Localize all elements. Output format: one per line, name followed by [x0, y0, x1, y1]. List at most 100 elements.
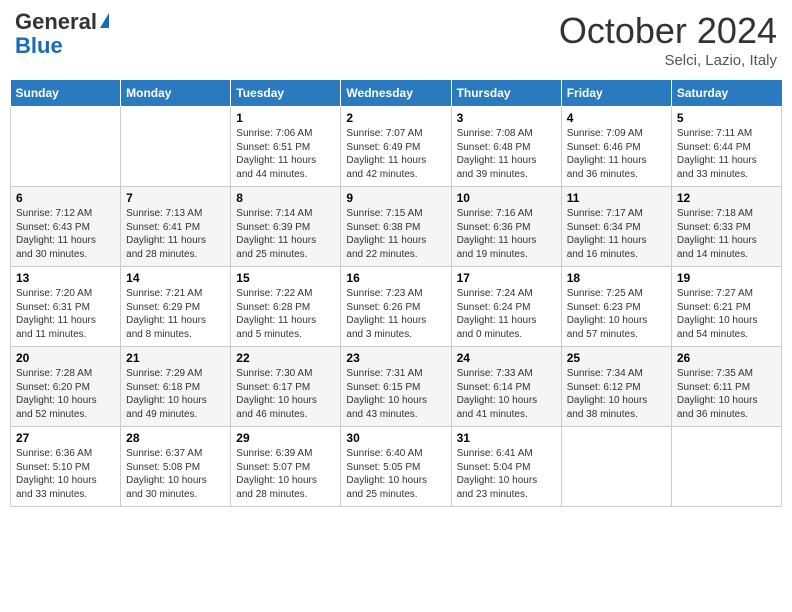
day-info: Sunrise: 6:41 AMSunset: 5:04 PMDaylight:…: [457, 447, 556, 501]
day-header-saturday: Saturday: [671, 80, 781, 107]
day-info: Sunrise: 7:07 AMSunset: 6:49 PMDaylight:…: [346, 127, 445, 181]
day-number: 2: [346, 111, 445, 125]
day-info: Sunrise: 7:23 AMSunset: 6:26 PMDaylight:…: [346, 287, 445, 341]
day-header-sunday: Sunday: [11, 80, 121, 107]
calendar-cell: 6 Sunrise: 7:12 AMSunset: 6:43 PMDaylight…: [11, 187, 121, 267]
calendar-cell: 5 Sunrise: 7:11 AMSunset: 6:44 PMDaylight…: [671, 107, 781, 187]
day-info: Sunrise: 7:25 AMSunset: 6:23 PMDaylight:…: [567, 287, 666, 341]
day-info: Sunrise: 7:35 AMSunset: 6:11 PMDaylight:…: [677, 367, 776, 421]
calendar-cell: 11Sunrise: 7:17 AMSunset: 6:34 PMDayligh…: [561, 187, 671, 267]
day-info: Sunrise: 7:13 AMSunset: 6:41 PMDaylight:…: [126, 207, 225, 261]
calendar-cell: [671, 427, 781, 507]
calendar-cell: 29 Sunrise: 6:39 AMSunset: 5:07 PMDayligh…: [231, 427, 341, 507]
day-number: 28: [126, 431, 225, 445]
day-number: 31: [457, 431, 556, 445]
day-number: 7: [126, 191, 225, 205]
day-info: Sunrise: 6:39 AMSunset: 5:07 PMDaylight:…: [236, 447, 335, 501]
calendar-cell: 18 Sunrise: 7:25 AMSunset: 6:23 PMDayligh…: [561, 267, 671, 347]
day-info: Sunrise: 7:28 AMSunset: 6:20 PMDaylight:…: [16, 367, 115, 421]
page-header: General Blue October 2024 Selci, Lazio, …: [10, 10, 782, 69]
day-number: 25: [567, 351, 666, 365]
day-info: Sunrise: 7:22 AMSunset: 6:28 PMDaylight:…: [236, 287, 335, 341]
day-info: Sunrise: 6:37 AMSunset: 5:08 PMDaylight:…: [126, 447, 225, 501]
calendar-cell: 28 Sunrise: 6:37 AMSunset: 5:08 PMDayligh…: [121, 427, 231, 507]
title-block: October 2024 Selci, Lazio, Italy: [559, 10, 777, 69]
day-number: 27: [16, 431, 115, 445]
day-info: Sunrise: 7:24 AMSunset: 6:24 PMDaylight:…: [457, 287, 556, 341]
month-title: October 2024: [559, 10, 777, 52]
day-info: Sunrise: 6:40 AMSunset: 5:05 PMDaylight:…: [346, 447, 445, 501]
day-number: 20: [16, 351, 115, 365]
day-info: Sunrise: 7:12 AMSunset: 6:43 PMDaylight:…: [16, 207, 115, 261]
calendar-cell: 12 Sunrise: 7:18 AMSunset: 6:33 PMDayligh…: [671, 187, 781, 267]
day-info: Sunrise: 7:30 AMSunset: 6:17 PMDaylight:…: [236, 367, 335, 421]
calendar-cell: 26 Sunrise: 7:35 AMSunset: 6:11 PMDayligh…: [671, 347, 781, 427]
calendar-cell: 4Sunrise: 7:09 AMSunset: 6:46 PMDaylight…: [561, 107, 671, 187]
day-info: Sunrise: 7:27 AMSunset: 6:21 PMDaylight:…: [677, 287, 776, 341]
day-number: 13: [16, 271, 115, 285]
day-info: Sunrise: 7:21 AMSunset: 6:29 PMDaylight:…: [126, 287, 225, 341]
day-info: Sunrise: 7:11 AMSunset: 6:44 PMDaylight:…: [677, 127, 776, 181]
day-number: 1: [236, 111, 335, 125]
day-number: 5: [677, 111, 776, 125]
calendar-cell: 15 Sunrise: 7:22 AMSunset: 6:28 PMDayligh…: [231, 267, 341, 347]
day-number: 12: [677, 191, 776, 205]
day-info: Sunrise: 6:36 AMSunset: 5:10 PMDaylight:…: [16, 447, 115, 501]
calendar-cell: 31 Sunrise: 6:41 AMSunset: 5:04 PMDayligh…: [451, 427, 561, 507]
day-header-wednesday: Wednesday: [341, 80, 451, 107]
day-number: 17: [457, 271, 556, 285]
calendar-cell: 21 Sunrise: 7:29 AMSunset: 6:18 PMDayligh…: [121, 347, 231, 427]
week-row-1: 1 Sunrise: 7:06 AMSunset: 6:51 PMDaylight…: [11, 107, 782, 187]
calendar-cell: 10 Sunrise: 7:16 AMSunset: 6:36 PMDayligh…: [451, 187, 561, 267]
day-header-thursday: Thursday: [451, 80, 561, 107]
calendar-cell: 1 Sunrise: 7:06 AMSunset: 6:51 PMDaylight…: [231, 107, 341, 187]
header-row: SundayMondayTuesdayWednesdayThursdayFrid…: [11, 80, 782, 107]
logo: General Blue: [15, 10, 109, 58]
calendar-cell: [561, 427, 671, 507]
calendar-cell: 30 Sunrise: 6:40 AMSunset: 5:05 PMDayligh…: [341, 427, 451, 507]
day-info: Sunrise: 7:18 AMSunset: 6:33 PMDaylight:…: [677, 207, 776, 261]
day-number: 24: [457, 351, 556, 365]
day-info: Sunrise: 7:34 AMSunset: 6:12 PMDaylight:…: [567, 367, 666, 421]
day-number: 29: [236, 431, 335, 445]
week-row-3: 13 Sunrise: 7:20 AMSunset: 6:31 PMDayligh…: [11, 267, 782, 347]
day-number: 15: [236, 271, 335, 285]
calendar-cell: 23Sunrise: 7:31 AMSunset: 6:15 PMDayligh…: [341, 347, 451, 427]
day-header-tuesday: Tuesday: [231, 80, 341, 107]
week-row-2: 6 Sunrise: 7:12 AMSunset: 6:43 PMDaylight…: [11, 187, 782, 267]
calendar-table: SundayMondayTuesdayWednesdayThursdayFrid…: [10, 79, 782, 507]
calendar-cell: 13 Sunrise: 7:20 AMSunset: 6:31 PMDayligh…: [11, 267, 121, 347]
day-info: Sunrise: 7:14 AMSunset: 6:39 PMDaylight:…: [236, 207, 335, 261]
day-number: 23: [346, 351, 445, 365]
day-info: Sunrise: 7:09 AMSunset: 6:46 PMDaylight:…: [567, 127, 666, 181]
day-number: 18: [567, 271, 666, 285]
day-info: Sunrise: 7:08 AMSunset: 6:48 PMDaylight:…: [457, 127, 556, 181]
day-number: 11: [567, 191, 666, 205]
calendar-cell: 8 Sunrise: 7:14 AMSunset: 6:39 PMDaylight…: [231, 187, 341, 267]
calendar-cell: 3 Sunrise: 7:08 AMSunset: 6:48 PMDaylight…: [451, 107, 561, 187]
calendar-cell: 27 Sunrise: 6:36 AMSunset: 5:10 PMDayligh…: [11, 427, 121, 507]
day-info: Sunrise: 7:20 AMSunset: 6:31 PMDaylight:…: [16, 287, 115, 341]
logo-blue: Blue: [15, 34, 63, 58]
day-number: 30: [346, 431, 445, 445]
day-number: 21: [126, 351, 225, 365]
day-number: 26: [677, 351, 776, 365]
calendar-cell: 9Sunrise: 7:15 AMSunset: 6:38 PMDaylight…: [341, 187, 451, 267]
calendar-cell: 19Sunrise: 7:27 AMSunset: 6:21 PMDayligh…: [671, 267, 781, 347]
calendar-cell: 25 Sunrise: 7:34 AMSunset: 6:12 PMDayligh…: [561, 347, 671, 427]
day-number: 6: [16, 191, 115, 205]
day-number: 3: [457, 111, 556, 125]
calendar-cell: 22Sunrise: 7:30 AMSunset: 6:17 PMDayligh…: [231, 347, 341, 427]
logo-general: General: [15, 10, 109, 34]
day-info: Sunrise: 7:16 AMSunset: 6:36 PMDaylight:…: [457, 207, 556, 261]
day-header-monday: Monday: [121, 80, 231, 107]
day-number: 8: [236, 191, 335, 205]
day-number: 16: [346, 271, 445, 285]
location: Selci, Lazio, Italy: [559, 52, 777, 69]
calendar-cell: 7 Sunrise: 7:13 AMSunset: 6:41 PMDaylight…: [121, 187, 231, 267]
day-info: Sunrise: 7:06 AMSunset: 6:51 PMDaylight:…: [236, 127, 335, 181]
day-info: Sunrise: 7:29 AMSunset: 6:18 PMDaylight:…: [126, 367, 225, 421]
day-number: 10: [457, 191, 556, 205]
calendar-cell: 24Sunrise: 7:33 AMSunset: 6:14 PMDayligh…: [451, 347, 561, 427]
calendar-cell: [121, 107, 231, 187]
